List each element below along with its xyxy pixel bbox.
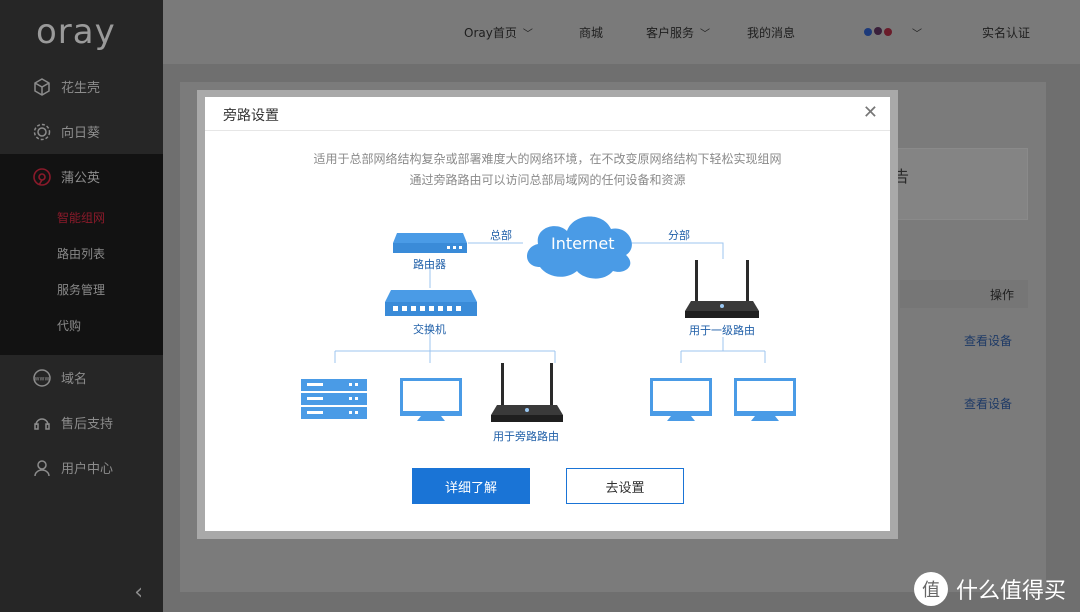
sidebar-item-support[interactable]: 售后支持 xyxy=(0,400,163,445)
sidebar-item-huashengke[interactable]: 花生壳 xyxy=(0,64,163,109)
router-label: 路由器 xyxy=(413,258,446,271)
go-settings-button[interactable]: 去设置 xyxy=(566,468,684,504)
sidebar: oray 花生壳 向日葵 蒲公英 智能组网 路由列表 服务管理 代购 www 域… xyxy=(0,0,163,612)
user-icon xyxy=(32,458,52,478)
nav-label: 商城 xyxy=(579,25,604,40)
nav-label: 我的消息 xyxy=(747,25,796,40)
monitor-icon xyxy=(650,378,712,421)
bypass-router-label: 用于旁路路由 xyxy=(493,430,559,443)
nav-label: Oray首页 xyxy=(464,25,517,40)
chevron-down-icon: ﹀ xyxy=(912,28,922,40)
sidebar-subitem-service-management[interactable]: 服务管理 xyxy=(0,271,163,307)
watermark-logo-icon: 值 xyxy=(913,572,948,606)
nav-customer-service[interactable]: 客户服务 ﹀ xyxy=(646,0,710,64)
chevron-left-icon: ‹ xyxy=(134,579,143,605)
sidebar-collapse-button[interactable]: ‹ xyxy=(0,572,163,612)
avatar xyxy=(862,25,898,39)
sidebar-item-label: 蒲公英 xyxy=(61,171,101,186)
svg-text:www: www xyxy=(35,375,50,382)
bypass-router-icon xyxy=(491,363,563,422)
background-table-header: 操作 xyxy=(900,280,1028,308)
branch-router-icon xyxy=(685,260,759,318)
sidebar-item-user-center[interactable]: 用户中心 xyxy=(0,445,163,490)
sidebar-subitem-router-list[interactable]: 路由列表 xyxy=(0,235,163,271)
nav-label: 客户服务 xyxy=(646,25,695,40)
www-icon: www xyxy=(32,368,52,388)
first-router-label: 用于一级路由 xyxy=(689,324,755,337)
switch-label: 交换机 xyxy=(413,323,446,336)
sidebar-item-xiangrikui[interactable]: 向日葵 xyxy=(0,109,163,154)
nav-user-menu[interactable]: ﹀ xyxy=(862,0,922,64)
oray-logo[interactable]: oray xyxy=(0,0,163,64)
sidebar-item-pugongying[interactable]: 蒲公英 xyxy=(0,154,163,199)
view-devices-link[interactable]: 查看设备 xyxy=(964,395,1012,412)
sidebar-group-pugongying: 蒲公英 智能组网 路由列表 服务管理 代购 xyxy=(0,154,163,355)
watermark-text: 什么值得买 xyxy=(955,579,1066,604)
dandelion-icon xyxy=(32,167,52,187)
monitor-icon xyxy=(734,378,796,421)
server-icon xyxy=(301,379,367,419)
nav-mall[interactable]: 商城 xyxy=(579,0,603,64)
chevron-down-icon: ﹀ xyxy=(700,28,711,40)
sidebar-item-label: 用户中心 xyxy=(61,462,114,477)
nav-label: 实名认证 xyxy=(982,25,1031,40)
branch-label: 分部 xyxy=(668,229,690,242)
headset-icon xyxy=(32,413,52,433)
nav-messages[interactable]: 我的消息 xyxy=(747,0,795,64)
sidebar-subitem-purchase[interactable]: 代购 xyxy=(0,307,163,343)
monitor-icon xyxy=(400,378,462,421)
router-icon xyxy=(393,233,467,253)
gear-icon xyxy=(32,122,52,142)
view-devices-link[interactable]: 查看设备 xyxy=(964,332,1012,349)
switch-icon xyxy=(385,290,477,316)
sidebar-item-label: 向日葵 xyxy=(61,126,101,141)
nav-oray-home[interactable]: Oray首页 ﹀ xyxy=(464,0,533,64)
network-diagram xyxy=(301,216,796,422)
sidebar-item-label: 域名 xyxy=(61,372,88,387)
hq-label: 总部 xyxy=(490,229,512,242)
internet-label: Internet xyxy=(551,234,615,253)
learn-more-button[interactable]: 详细了解 xyxy=(412,468,530,504)
sidebar-item-label: 花生壳 xyxy=(61,81,101,96)
chevron-down-icon: ﹀ xyxy=(522,28,533,40)
table-header-action: 操作 xyxy=(989,288,1014,302)
bypass-settings-dialog: 旁路设置 ✕ 适用于总部网络结构复杂或部署难度大的网络环境，在不改变原网络结构下… xyxy=(205,97,890,531)
top-bar xyxy=(163,0,1080,64)
watermark: 值 什么值得买 xyxy=(913,572,1066,606)
sidebar-item-domain[interactable]: www 域名 xyxy=(0,355,163,400)
sidebar-subitem-smart-network[interactable]: 智能组网 xyxy=(0,199,163,235)
nav-real-name-verify[interactable]: 实名认证 xyxy=(982,0,1030,64)
cube-icon xyxy=(32,77,52,97)
sidebar-item-label: 售后支持 xyxy=(61,417,114,432)
